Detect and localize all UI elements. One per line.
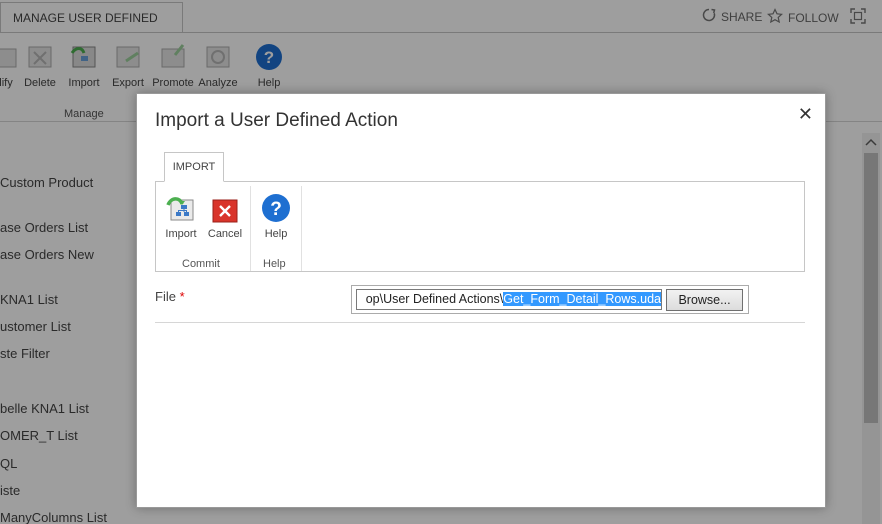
group-label-commit: Commit xyxy=(182,258,220,270)
browse-button[interactable]: Browse... xyxy=(666,289,743,311)
close-icon[interactable]: ✕ xyxy=(798,104,813,125)
file-path-selected: Get_Form_Detail_Rows.uda xyxy=(503,292,661,306)
file-path-input[interactable]: op\User Defined Actions\Get_Form_Detail_… xyxy=(356,289,662,310)
file-upload-control: op\User Defined Actions\Get_Form_Detail_… xyxy=(351,285,749,314)
dialog-title: Import a User Defined Action xyxy=(155,110,398,131)
file-row: File * op\User Defined Actions\Get_Form_… xyxy=(155,285,805,323)
group-divider xyxy=(250,186,251,271)
cancel-button[interactable]: Cancel xyxy=(207,192,243,240)
tab-import[interactable]: IMPORT xyxy=(164,152,224,182)
import-dialog: Import a User Defined Action ✕ IMPORT Im… xyxy=(136,93,826,508)
group-label-help: Help xyxy=(263,258,286,270)
dialog-ribbon: Import Cancel ? Help Commit Help xyxy=(155,181,805,272)
required-marker: * xyxy=(179,289,185,304)
file-path-prefix: op\User Defined Actions\ xyxy=(365,292,504,306)
import-button[interactable]: Import xyxy=(163,192,199,240)
import-icon xyxy=(165,192,197,224)
help-icon: ? xyxy=(260,192,292,224)
help-label: Help xyxy=(264,228,288,240)
import-label: Import xyxy=(165,228,197,240)
group-divider xyxy=(301,186,302,271)
cancel-icon xyxy=(209,192,241,224)
cancel-label: Cancel xyxy=(207,228,243,240)
svg-text:?: ? xyxy=(270,199,282,220)
help-button[interactable]: ? Help xyxy=(260,192,292,240)
file-label: File * xyxy=(155,289,185,304)
